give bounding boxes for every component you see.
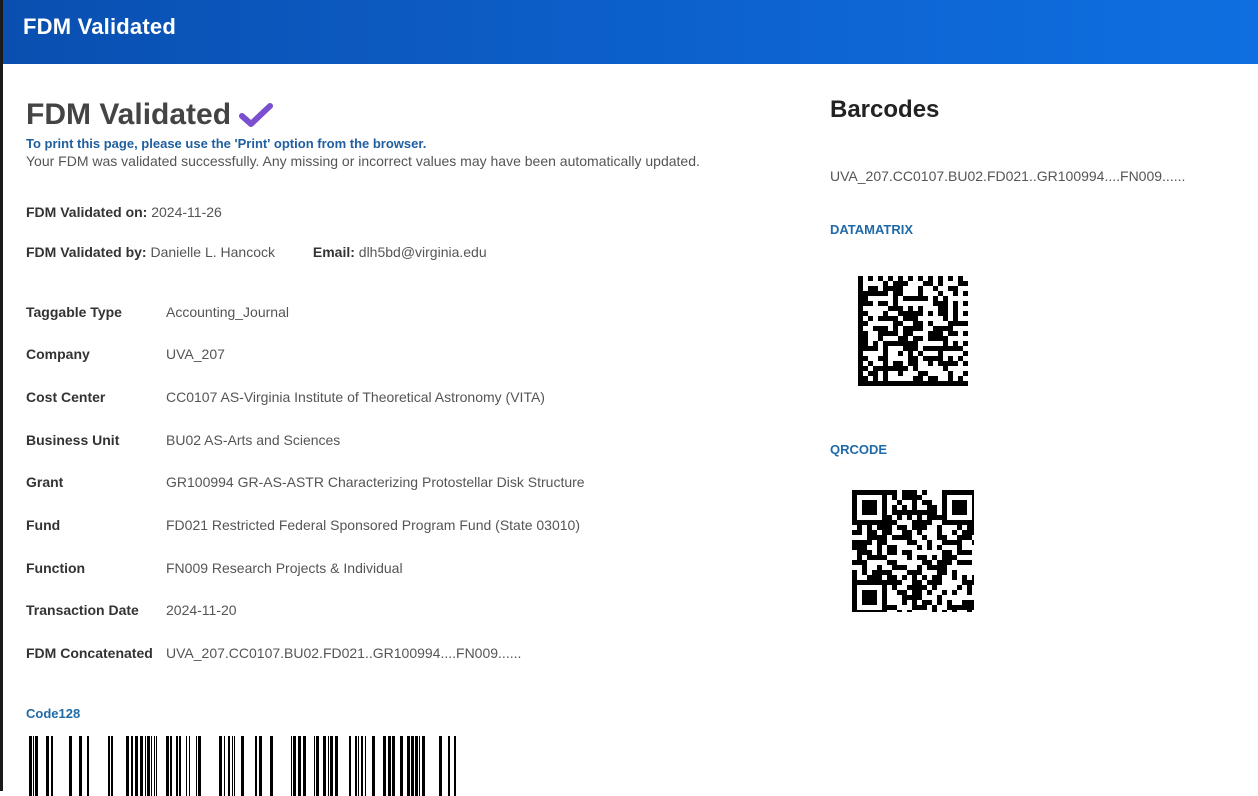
field-value: FD021 Restricted Federal Sponsored Progr…: [166, 517, 580, 533]
validated-on-value: 2024-11-26: [151, 204, 222, 220]
validation-details: FDM Validated To print this page, please…: [26, 96, 786, 796]
email-group: Email: dlh5bd@virginia.edu: [313, 244, 487, 260]
header-title: FDM Validated: [23, 14, 176, 39]
qrcode-barcode: [852, 490, 974, 612]
header-bar: FDM Validated: [3, 0, 1258, 64]
code128-barcode: [29, 736, 456, 796]
field-label: Company: [26, 346, 90, 362]
barcodes-title: Barcodes: [830, 96, 940, 123]
code128-label: Code128: [26, 706, 81, 721]
email-label: Email:: [312, 244, 355, 260]
field-label: Business Unit: [26, 432, 120, 448]
field-label: Cost Center: [26, 389, 106, 405]
datamatrix-label: DATAMATRIX: [830, 222, 914, 237]
qrcode-label: QRCODE: [830, 442, 888, 457]
field-label: Grant: [26, 474, 64, 490]
page-title: FDM Validated: [26, 98, 232, 131]
validated-by-label: FDM Validated by:: [26, 244, 147, 260]
page-title-row: FDM Validated: [26, 96, 786, 134]
datamatrix-barcode: [858, 276, 968, 386]
field-value: UVA_207.CC0107.BU02.FD021..GR100994....F…: [166, 645, 522, 661]
field-label: Function: [26, 560, 86, 576]
checkmark-icon: [239, 103, 274, 127]
field-label: Fund: [26, 517, 61, 533]
validated-on-label: FDM Validated on:: [26, 204, 148, 220]
barcode-concatenated-text: UVA_207.CC0107.BU02.FD021..GR100994....F…: [830, 168, 1186, 184]
field-value: UVA_207: [166, 346, 225, 362]
barcodes-panel: Barcodes UVA_207.CC0107.BU02.FD021..GR10…: [830, 96, 1250, 612]
success-note: Your FDM was validated successfully. Any…: [26, 153, 700, 169]
validated-on-row: FDM Validated on: 2024-11-26: [26, 204, 222, 220]
email-value: dlh5bd@virginia.edu: [358, 244, 487, 260]
field-value: 2024-11-20: [166, 602, 237, 618]
field-value: FN009 Research Projects & Individual: [166, 560, 403, 576]
field-label: FDM Concatenated: [26, 645, 153, 661]
field-label: Transaction Date: [26, 602, 139, 618]
window-edge: [0, 0, 3, 791]
field-value: Accounting_Journal: [166, 304, 289, 320]
print-note: To print this page, please use the 'Prin…: [26, 136, 427, 151]
field-label: Taggable Type: [26, 304, 122, 320]
field-value: BU02 AS-Arts and Sciences: [166, 432, 341, 448]
validated-by-row: FDM Validated by: Danielle L. Hancock Em…: [26, 244, 487, 260]
validated-by-value: Danielle L. Hancock: [150, 244, 275, 260]
field-value: CC0107 AS-Virginia Institute of Theoreti…: [166, 389, 545, 405]
field-value: GR100994 GR-AS-ASTR Characterizing Proto…: [166, 474, 585, 490]
